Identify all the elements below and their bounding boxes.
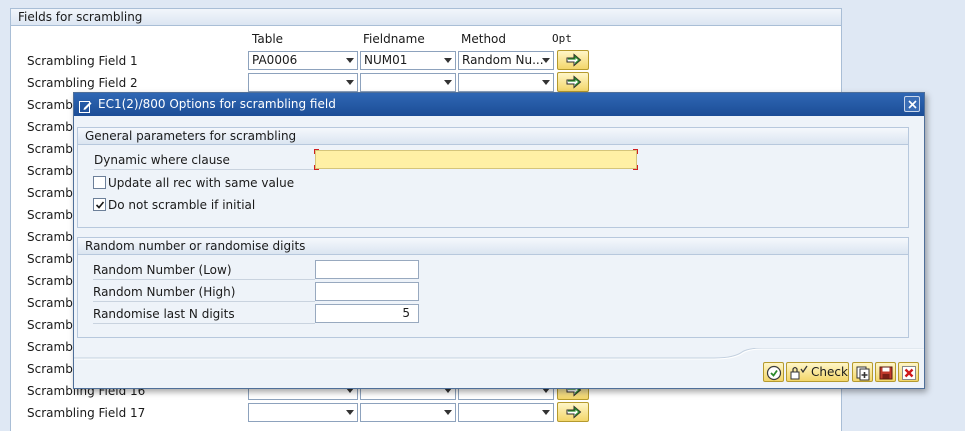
- method-combo[interactable]: [458, 403, 554, 422]
- random-number-group: Random number or randomise digits Random…: [77, 237, 909, 338]
- row-label: Scrambling Field 17: [27, 406, 146, 420]
- chevron-down-icon: [542, 410, 550, 415]
- chevron-down-icon: [444, 58, 452, 63]
- group-title: General parameters for scrambling: [78, 128, 908, 145]
- footer-divider: [74, 348, 924, 360]
- chevron-down-icon: [346, 80, 354, 85]
- column-header-fieldname: Fieldname: [363, 32, 425, 46]
- dialog-title: EC1(2)/800 Options for scrambling field: [98, 97, 336, 111]
- required-marker: [314, 149, 319, 154]
- method-combo-value: Random Nu...: [462, 53, 544, 67]
- close-button[interactable]: [904, 96, 920, 112]
- group-title: Random number or randomise digits: [78, 238, 908, 255]
- required-marker: [633, 165, 638, 170]
- checkmark-icon: [95, 201, 105, 209]
- required-marker: [633, 149, 638, 154]
- update-all-checkbox[interactable]: [93, 176, 106, 189]
- randomise-last-n-input[interactable]: 5: [315, 304, 419, 323]
- chevron-down-icon: [542, 80, 550, 85]
- row-label: Scrambli: [27, 340, 80, 354]
- save-button[interactable]: [875, 362, 896, 382]
- scrambling-options-dialog: EC1(2)/800 Options for scrambling field …: [73, 92, 925, 389]
- check-button-label: Check: [811, 365, 848, 379]
- panel-title: Fields for scrambling: [11, 9, 841, 26]
- row-label: Scrambling Field 1: [27, 54, 138, 68]
- chevron-down-icon: [444, 80, 452, 85]
- update-all-label: Update all rec with same value: [108, 176, 295, 190]
- row-label: Scrambli: [27, 230, 80, 244]
- arrow-right-icon: [566, 405, 582, 419]
- options-button[interactable]: [557, 50, 589, 70]
- row-label: Scrambli: [27, 98, 80, 112]
- random-high-label: Random Number (High): [93, 285, 315, 302]
- chevron-down-icon: [444, 410, 452, 415]
- required-marker: [314, 165, 319, 170]
- table-combo[interactable]: [248, 73, 358, 92]
- row-label: Scrambli: [27, 362, 80, 376]
- cancel-icon: [902, 366, 916, 380]
- row-label: Scrambli: [27, 252, 80, 266]
- chevron-down-icon: [346, 410, 354, 415]
- randomise-last-n-label: Randomise last N digits: [93, 307, 315, 324]
- method-combo[interactable]: Random Nu...: [458, 51, 554, 70]
- row-label: Scrambli: [27, 120, 80, 134]
- method-combo[interactable]: [458, 73, 554, 92]
- arrow-right-icon: [566, 75, 582, 89]
- fieldname-combo[interactable]: [360, 403, 456, 422]
- new-entries-button[interactable]: [852, 362, 873, 382]
- check-button[interactable]: Check: [786, 362, 849, 382]
- random-low-input[interactable]: [315, 260, 419, 279]
- row-label: Scrambli: [27, 318, 80, 332]
- dialog-edit-icon: [79, 98, 92, 121]
- column-header-method: Method: [461, 32, 507, 46]
- chevron-down-icon: [542, 58, 550, 63]
- random-low-label: Random Number (Low): [93, 263, 315, 280]
- options-button[interactable]: [557, 402, 589, 422]
- dynamic-where-input[interactable]: [315, 150, 637, 169]
- dialog-titlebar[interactable]: EC1(2)/800 Options for scrambling field: [74, 93, 924, 116]
- no-scramble-initial-label: Do not scramble if initial: [108, 198, 256, 212]
- row-label: Scrambli: [27, 274, 80, 288]
- chevron-down-icon: [346, 58, 354, 63]
- dynamic-where-label: Dynamic where clause: [94, 153, 315, 170]
- row-label: Scrambli: [27, 296, 80, 310]
- column-header-opt: Opt: [552, 32, 572, 45]
- row-label: Scrambli: [27, 186, 80, 200]
- new-entries-icon: [856, 366, 870, 381]
- column-header-table: Table: [252, 32, 284, 46]
- row-label: Scrambli: [27, 208, 80, 222]
- general-parameters-group: General parameters for scrambling Dynami…: [77, 127, 909, 228]
- row-label: Scrambling Field 2: [27, 76, 138, 90]
- no-scramble-initial-checkbox[interactable]: [93, 198, 106, 211]
- row-label: Scrambli: [27, 142, 80, 156]
- execute-icon: [766, 365, 782, 381]
- row-label: Scrambli: [27, 164, 80, 178]
- random-high-input[interactable]: [315, 282, 419, 301]
- save-icon: [879, 366, 893, 380]
- table-combo[interactable]: PA0006: [248, 51, 358, 70]
- arrow-right-icon: [566, 53, 582, 67]
- close-icon: [908, 100, 917, 109]
- fieldname-combo[interactable]: NUM01: [360, 51, 456, 70]
- fieldname-combo-value: NUM01: [364, 53, 408, 67]
- cancel-button[interactable]: [898, 362, 919, 382]
- table-combo[interactable]: [248, 403, 358, 422]
- fieldname-combo[interactable]: [360, 73, 456, 92]
- options-button[interactable]: [557, 72, 589, 92]
- execute-button[interactable]: [763, 362, 784, 382]
- check-icon: [790, 365, 808, 380]
- table-combo-value: PA0006: [252, 53, 298, 67]
